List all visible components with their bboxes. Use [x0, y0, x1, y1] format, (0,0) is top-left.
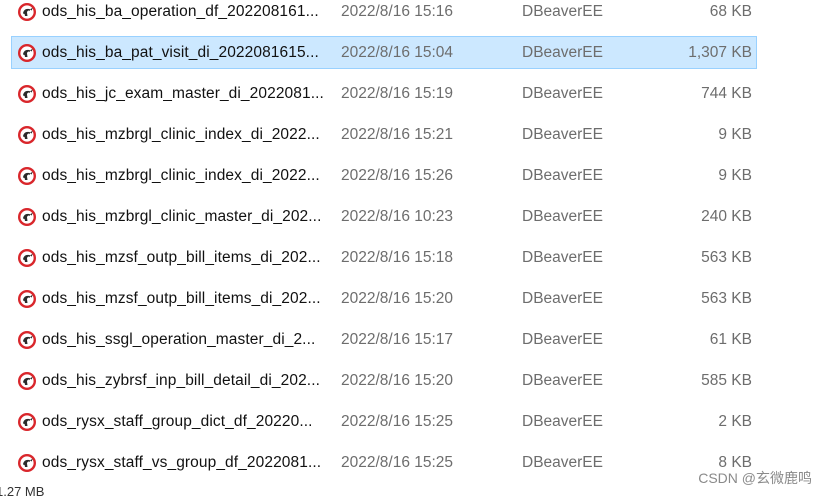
- file-type: DBeaverEE: [522, 413, 603, 430]
- dbeaver-icon: [18, 167, 36, 185]
- file-type: DBeaverEE: [522, 454, 603, 471]
- file-row[interactable]: ods_his_zybrsf_inp_bill_detail_di_202...…: [11, 364, 757, 397]
- file-size: 9 KB: [718, 126, 752, 143]
- file-size: 585 KB: [701, 372, 752, 389]
- file-type: DBeaverEE: [522, 331, 603, 348]
- dbeaver-icon: [18, 208, 36, 226]
- file-type: DBeaverEE: [522, 3, 603, 20]
- file-date-modified: 2022/8/16 15:20: [341, 372, 454, 389]
- file-name: ods_his_ba_operation_df_202208161...: [42, 3, 319, 20]
- file-date-modified: 2022/8/16 10:23: [341, 208, 454, 225]
- file-date-modified: 2022/8/16 15:16: [341, 3, 454, 20]
- file-name: ods_his_mzbrgl_clinic_index_di_2022...: [42, 167, 320, 184]
- file-name: ods_his_ba_pat_visit_di_2022081615...: [42, 44, 319, 61]
- file-type: DBeaverEE: [522, 44, 603, 61]
- dbeaver-icon: [18, 249, 36, 267]
- file-row[interactable]: ods_rysx_staff_vs_group_df_2022081... 20…: [11, 446, 757, 479]
- file-type: DBeaverEE: [522, 290, 603, 307]
- file-size: 240 KB: [701, 208, 752, 225]
- dbeaver-icon: [18, 44, 36, 62]
- file-name: ods_rysx_staff_group_dict_df_20220...: [42, 413, 313, 430]
- status-bar-selection-size: 1.27 MB: [0, 484, 45, 499]
- file-name: ods_his_jc_exam_master_di_2022081...: [42, 85, 324, 102]
- file-size: 61 KB: [709, 331, 752, 348]
- file-name: ods_his_mzbrgl_clinic_master_di_202...: [42, 208, 322, 225]
- file-row[interactable]: ods_his_mzbrgl_clinic_index_di_2022... 2…: [11, 118, 757, 151]
- file-date-modified: 2022/8/16 15:25: [341, 413, 454, 430]
- dbeaver-icon: [18, 413, 36, 431]
- file-type: DBeaverEE: [522, 126, 603, 143]
- file-type: DBeaverEE: [522, 372, 603, 389]
- file-name: ods_his_mzsf_outp_bill_items_di_202...: [42, 290, 321, 307]
- file-row[interactable]: ods_his_mzbrgl_clinic_master_di_202... 2…: [11, 200, 757, 233]
- file-name: ods_rysx_staff_vs_group_df_2022081...: [42, 454, 322, 471]
- file-size: 2 KB: [718, 413, 752, 430]
- file-size: 563 KB: [701, 249, 752, 266]
- file-row[interactable]: ods_his_ba_pat_visit_di_2022081615... 20…: [11, 36, 757, 69]
- file-row[interactable]: ods_his_ssgl_operation_master_di_2... 20…: [11, 323, 757, 356]
- dbeaver-icon: [18, 290, 36, 308]
- file-size: 563 KB: [701, 290, 752, 307]
- file-size: 68 KB: [709, 3, 752, 20]
- file-row[interactable]: ods_rysx_staff_group_dict_df_20220... 20…: [11, 405, 757, 438]
- dbeaver-icon: [18, 454, 36, 472]
- dbeaver-icon: [18, 331, 36, 349]
- file-row[interactable]: ods_his_jc_exam_master_di_2022081... 202…: [11, 77, 757, 110]
- file-type: DBeaverEE: [522, 249, 603, 266]
- file-date-modified: 2022/8/16 15:19: [341, 85, 454, 102]
- file-name: ods_his_zybrsf_inp_bill_detail_di_202...: [42, 372, 321, 389]
- file-row[interactable]: ods_his_mzsf_outp_bill_items_di_202... 2…: [11, 282, 757, 315]
- dbeaver-icon: [18, 85, 36, 103]
- file-row[interactable]: ods_his_mzbrgl_clinic_index_di_2022... 2…: [11, 159, 757, 192]
- file-date-modified: 2022/8/16 15:21: [341, 126, 454, 143]
- file-name: ods_his_mzbrgl_clinic_index_di_2022...: [42, 126, 320, 143]
- file-row[interactable]: ods_his_mzsf_outp_bill_items_di_202... 2…: [11, 241, 757, 274]
- dbeaver-icon: [18, 126, 36, 144]
- file-type: DBeaverEE: [522, 85, 603, 102]
- file-date-modified: 2022/8/16 15:20: [341, 290, 454, 307]
- file-date-modified: 2022/8/16 15:04: [341, 44, 454, 61]
- file-type: DBeaverEE: [522, 167, 603, 184]
- file-type: DBeaverEE: [522, 208, 603, 225]
- dbeaver-icon: [18, 372, 36, 390]
- dbeaver-icon: [18, 3, 36, 21]
- file-date-modified: 2022/8/16 15:18: [341, 249, 454, 266]
- file-row[interactable]: ods_his_ba_operation_df_202208161... 202…: [11, 0, 757, 28]
- file-date-modified: 2022/8/16 15:26: [341, 167, 454, 184]
- file-name: ods_his_mzsf_outp_bill_items_di_202...: [42, 249, 321, 266]
- file-date-modified: 2022/8/16 15:25: [341, 454, 454, 471]
- file-size: 9 KB: [718, 167, 752, 184]
- file-size: 1,307 KB: [688, 44, 752, 61]
- file-name: ods_his_ssgl_operation_master_di_2...: [42, 331, 316, 348]
- file-size: 744 KB: [701, 85, 752, 102]
- watermark: CSDN @玄微鹿鸣: [698, 470, 812, 486]
- file-date-modified: 2022/8/16 15:17: [341, 331, 454, 348]
